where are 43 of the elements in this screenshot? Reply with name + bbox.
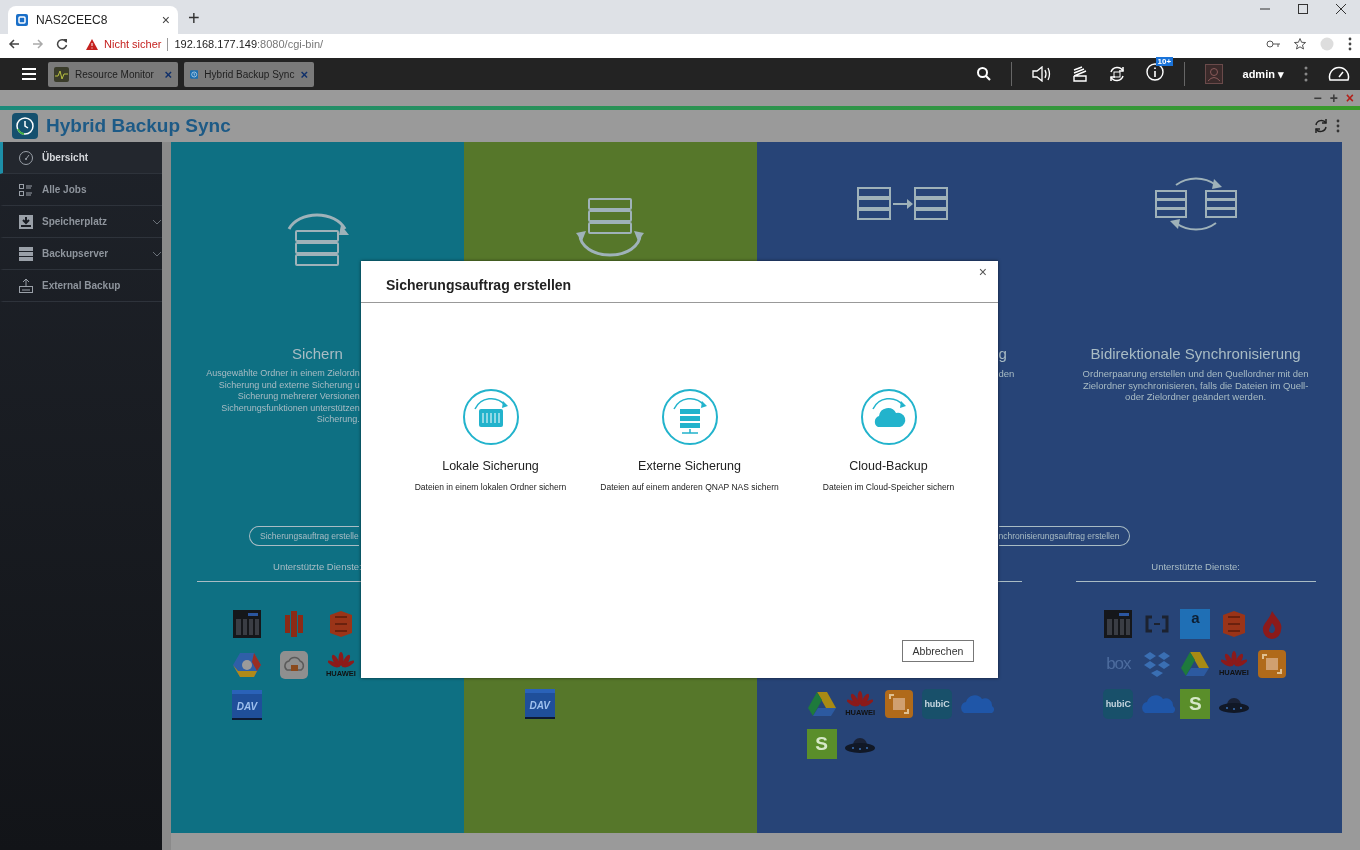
folder-logo: DAV (524, 689, 555, 720)
new-tab-button[interactable]: + (188, 7, 200, 30)
notification-badge: 10+ (1155, 57, 1174, 66)
option-title[interactable]: Externe Sicherung (638, 459, 741, 473)
app-tab[interactable]: Resource Monitor × (48, 61, 178, 87)
window-control[interactable]: − (1313, 90, 1322, 106)
sidebar-item[interactable]: Backupserver (0, 238, 162, 270)
panel-title: Sichern (291, 345, 343, 362)
folder-logo: DAV (231, 690, 262, 721)
panel-description: den (998, 368, 1015, 379)
option-description: Dateien im Cloud-Speicher sichern (822, 482, 955, 492)
close-tab-button[interactable]: × (164, 66, 172, 82)
cancel-button[interactable]: Abbrechen (902, 640, 974, 662)
app-title: Hybrid Backup Sync (46, 115, 232, 137)
option-title[interactable]: Cloud-Backup (849, 459, 928, 473)
url-text: 192.168.177.149:8080/cgi-bin/ (174, 38, 324, 50)
letter-tile-logo: a (1180, 609, 1211, 639)
text-tile-logo: hubiC (1103, 689, 1134, 719)
security-label: Nicht sicher (104, 38, 162, 50)
letter-tile-logo: S (1180, 689, 1211, 719)
letter-tile-logo: S (806, 729, 837, 759)
option-title[interactable]: Lokale Sicherung (442, 459, 539, 473)
sidebar-item[interactable]: Übersicht (0, 142, 162, 174)
browser-tab[interactable]: NAS2CEEC8 × (8, 6, 178, 34)
dialog-title: Sicherungsauftrag erstellen (386, 277, 572, 293)
sidebar-item[interactable]: External Backup (0, 270, 162, 302)
close-button[interactable]: × (972, 263, 993, 281)
option-description: Dateien auf einem anderen QNAP NAS sichern (600, 482, 779, 492)
panel-description: Ausgewählte Ordner in einem Zielordn Sicherung und externe Sicherung u Sicherung mehrerer Versionen Sicherungsfunktionen unterstützen Sicherung. (206, 368, 360, 424)
window-control[interactable]: + (1329, 90, 1338, 106)
app-tab[interactable]: Hybrid Backup Sync × (184, 61, 314, 87)
text-tile-logo: hubiC (922, 689, 953, 719)
close-tab-button[interactable]: × (300, 66, 308, 82)
services-heading: Unterstützte Dienste: (273, 561, 362, 572)
panel-description: Ordnerpaarung erstellen und den Quellordner mit den Zielordner synchronisieren, falls die Dateien im Quell- oder Zielordner geändert werden. (1082, 368, 1309, 402)
close-tab-button[interactable]: × (161, 12, 170, 28)
sidebar-item[interactable]: Speicherplatz (0, 206, 162, 238)
sidebar-item[interactable]: Alle Jobs (0, 174, 162, 206)
services-heading: Unterstützte Dienste: (1151, 561, 1240, 572)
panel-title: Bidirektionale Synchronisierung (1090, 345, 1301, 362)
panel-title: g (998, 345, 1007, 362)
user-menu[interactable]: admin ▾ (1242, 67, 1284, 81)
option-description: Dateien in einem lokalen Ordner sichern (414, 482, 567, 492)
